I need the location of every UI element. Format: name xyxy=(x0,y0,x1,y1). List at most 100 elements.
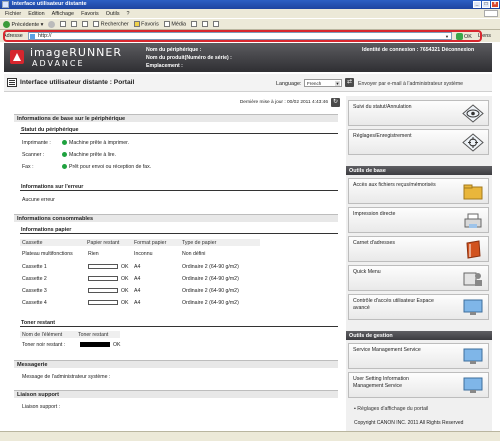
paper-row-remaining: OK xyxy=(121,264,129,270)
favorites-label: Favoris xyxy=(141,21,159,28)
address-book-icon xyxy=(466,240,481,259)
copyright-text: Copyright CANON INC. 2011 All Rights Res… xyxy=(354,420,464,426)
paper-row-name: Cassette 1 xyxy=(22,264,47,270)
paper-row-remaining: OK xyxy=(121,276,129,282)
browser-status-bar xyxy=(0,431,500,441)
window-title-bar: Interface utilisateur distante _ □ × xyxy=(0,0,500,9)
right-sidebar: Suivi du statut/Annulation Réglages/Enre… xyxy=(346,96,492,431)
settings-registration-button[interactable]: Réglages/Enregistrement xyxy=(348,129,489,155)
product-name-label: Nom du produit(Numéro de série) : xyxy=(146,55,232,61)
address-book-button[interactable]: Carnet d'adresses xyxy=(348,236,489,262)
no-error-text: Aucune erreur xyxy=(22,197,55,203)
access-control-button[interactable]: Contrôle d'accès utilisateur Espace avan… xyxy=(348,294,489,320)
mail-icon[interactable] xyxy=(202,21,209,27)
toner-black-value: OK xyxy=(113,342,121,348)
monitor-eye-icon xyxy=(462,104,484,123)
settings-registration-label: Réglages/Enregistrement xyxy=(353,133,412,139)
login-logout-link[interactable]: Identité de connexion : 7654321 Déconnex… xyxy=(362,47,474,53)
portal-icon xyxy=(7,78,17,87)
home-icon[interactable] xyxy=(82,21,89,27)
chevron-down-icon: ▼ xyxy=(335,81,340,86)
menu-affichage[interactable]: Affichage xyxy=(52,11,74,18)
menu-bar: Fichier Edition Affichage Favoris Outils… xyxy=(0,9,500,18)
direct-print-button[interactable]: Impression directe xyxy=(348,207,489,233)
location-label: Emplacement : xyxy=(146,63,183,69)
scanner-status-label: Scanner : xyxy=(22,152,45,158)
main-content: Dernière mise à jour : 00/02 2011 4:43:4… xyxy=(12,96,342,426)
menu-help[interactable]: ? xyxy=(127,11,130,18)
address-book-label: Carnet d'adresses xyxy=(353,240,395,246)
access-files-label: Accès aux fichiers reçus/mémorisés xyxy=(353,182,436,188)
user-setting-management-label: User Setting Information Management Serv… xyxy=(353,376,409,389)
search-label: Rechercher xyxy=(100,21,129,28)
printer-status-label: Imprimante : xyxy=(22,140,51,146)
paper-row-type: Non défini xyxy=(182,251,206,257)
stop-icon[interactable] xyxy=(60,21,67,27)
paper-row-remaining: Rien xyxy=(88,251,99,257)
status-cancel-button[interactable]: Suivi du statut/Annulation xyxy=(348,100,489,126)
search-button[interactable]: Rechercher xyxy=(93,20,129,28)
col-paper-remaining: Papier restant xyxy=(87,240,120,246)
paper-row-name: Plateau multifonctions xyxy=(22,251,73,257)
menu-favoris[interactable]: Favoris xyxy=(81,11,99,18)
paper-row-format: A4 xyxy=(134,300,141,306)
monitor-icon xyxy=(463,377,483,393)
language-select[interactable]: French ▼ xyxy=(304,79,342,87)
language-switch-button[interactable]: ⇄ xyxy=(345,78,354,87)
close-button[interactable]: × xyxy=(491,1,499,8)
col-item-name: Nom de l'élément xyxy=(22,332,63,338)
col-cassette: Cassette xyxy=(22,240,43,246)
language-label: Language: xyxy=(276,81,302,87)
quick-menu-icon xyxy=(463,272,482,286)
history-icon[interactable] xyxy=(191,21,198,27)
menu-fichier[interactable]: Fichier xyxy=(5,11,21,18)
forward-arrow-icon[interactable] xyxy=(48,20,56,28)
paper-row-format: A4 xyxy=(134,288,141,294)
windows-logo-icon xyxy=(484,10,498,17)
printer-status-value: Machine prête à imprimer. xyxy=(62,140,129,146)
quick-menu-label: Quick Menu xyxy=(353,269,381,275)
status-ok-icon xyxy=(62,152,67,158)
quick-menu-button[interactable]: Quick Menu xyxy=(348,265,489,291)
col-paper-format: Format papier xyxy=(134,240,167,246)
print-icon[interactable] xyxy=(213,21,220,27)
basic-info-header: Informations de base sur le périphérique xyxy=(14,114,338,122)
direct-print-label: Impression directe xyxy=(353,211,396,217)
management-tools-header: Outils de gestion xyxy=(346,331,492,340)
fax-status-text: Prêt pour envoi ou réception de fax. xyxy=(69,164,152,170)
fax-status-label: Fax : xyxy=(22,164,34,170)
paper-row-format: A4 xyxy=(134,276,141,282)
favorites-button[interactable]: Favoris xyxy=(133,20,159,28)
page-title: Interface utilisateur distante : Portail xyxy=(20,79,135,86)
printer-status-text: Machine prête à imprimer. xyxy=(69,140,129,146)
logo-advance: ADVANCE xyxy=(32,59,85,68)
status-cancel-label: Suivi du statut/Annulation xyxy=(353,104,412,110)
search-icon xyxy=(93,20,100,27)
user-setting-management-button[interactable]: User Setting Information Management Serv… xyxy=(348,372,489,398)
paper-level-bar xyxy=(88,264,118,269)
back-button[interactable]: Précédente ▾ xyxy=(3,20,43,28)
address-highlight-box xyxy=(3,30,482,42)
monitor-icon xyxy=(463,299,483,315)
fax-status-value: Prêt pour envoi ou réception de fax. xyxy=(62,164,151,170)
menu-outils[interactable]: Outils xyxy=(106,11,120,18)
minimize-button[interactable]: _ xyxy=(473,1,481,8)
menu-edition[interactable]: Edition xyxy=(28,11,44,18)
window-title: Interface utilisateur distante xyxy=(12,1,87,7)
paper-row-name: Cassette 3 xyxy=(22,288,47,294)
service-management-button[interactable]: Service Management Service xyxy=(348,343,489,369)
portal-display-settings-link[interactable]: ▪ Réglages d'affichage du portail xyxy=(354,406,428,412)
toner-header: Toner restant xyxy=(20,320,338,327)
media-button[interactable]: Média xyxy=(163,20,186,27)
basic-tools-header: Outils de base xyxy=(346,166,492,175)
paper-row-name: Cassette 2 xyxy=(22,276,47,282)
device-name-label: Nom du périphérique : xyxy=(146,47,202,53)
access-files-button[interactable]: Accès aux fichiers reçus/mémorisés xyxy=(348,178,489,204)
send-email-link[interactable]: Envoyer par e-mail à l'administrateur sy… xyxy=(358,81,463,87)
refresh-icon[interactable] xyxy=(71,21,78,27)
back-label: Précédente xyxy=(11,21,40,28)
maximize-button[interactable]: □ xyxy=(482,1,490,8)
back-arrow-icon xyxy=(3,20,10,28)
refresh-button[interactable]: ↻ xyxy=(331,98,340,107)
paper-row-type: Ordinaire 2 (64-90 g/m2) xyxy=(182,276,239,282)
